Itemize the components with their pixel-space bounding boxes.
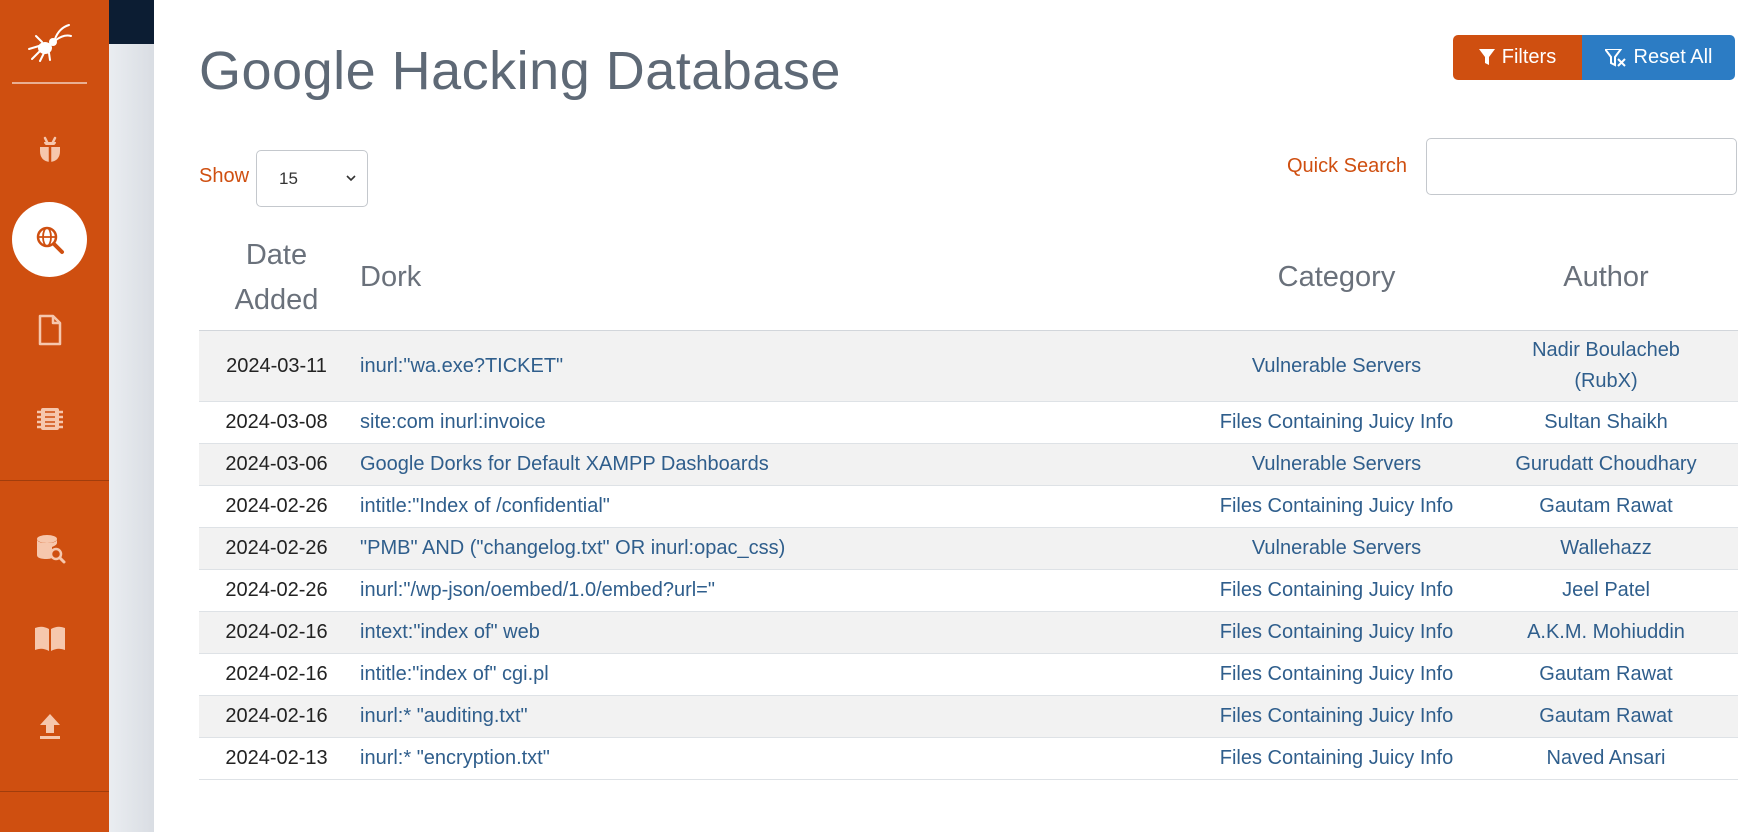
chevron-down-icon bbox=[346, 175, 356, 182]
row-date: 2024-02-16 bbox=[199, 653, 354, 696]
row-author-link[interactable]: Wallehazz bbox=[1474, 527, 1738, 570]
row-dork-link[interactable]: intitle:"Index of /confidential" bbox=[354, 485, 1199, 528]
row-date: 2024-02-26 bbox=[199, 569, 354, 612]
sidebar-item-shellcodes[interactable] bbox=[12, 381, 87, 456]
row-date: 2024-03-11 bbox=[199, 330, 354, 402]
sidebar-divider bbox=[0, 791, 109, 792]
page-title: Google Hacking Database bbox=[199, 41, 841, 101]
table-row: 2024-02-26 intitle:"Index of /confidenti… bbox=[199, 485, 1738, 528]
row-date: 2024-03-08 bbox=[199, 401, 354, 444]
table-row: 2024-02-16 intitle:"index of" cgi.pl Fil… bbox=[199, 653, 1738, 696]
entries-per-page-select[interactable]: 15 bbox=[256, 150, 368, 207]
row-author-link[interactable]: Gautam Rawat bbox=[1474, 695, 1738, 738]
row-author-link[interactable]: Naved Ansari bbox=[1474, 737, 1738, 780]
row-author-link[interactable]: Nadir Boulacheb (RubX) bbox=[1474, 330, 1738, 402]
column-header-category[interactable]: Category bbox=[1199, 225, 1474, 331]
row-author-link[interactable]: Sultan Shaikh bbox=[1474, 401, 1738, 444]
sidebar-item-papers[interactable] bbox=[12, 292, 87, 367]
row-category-link[interactable]: Files Containing Juicy Info bbox=[1199, 569, 1474, 612]
row-dork-link[interactable]: inurl:"/wp-json/oembed/1.0/embed?url=" bbox=[354, 569, 1199, 612]
filter-clear-icon bbox=[1604, 48, 1626, 67]
table-row: 2024-03-11 inurl:"wa.exe?TICKET" Vulnera… bbox=[199, 330, 1738, 402]
row-category-link[interactable]: Files Containing Juicy Info bbox=[1199, 611, 1474, 654]
chip-icon bbox=[36, 407, 63, 430]
spider-logo-icon bbox=[28, 24, 72, 62]
row-author-link[interactable]: Jeel Patel bbox=[1474, 569, 1738, 612]
row-category-link[interactable]: Files Containing Juicy Info bbox=[1199, 653, 1474, 696]
globe-search-icon bbox=[36, 226, 64, 254]
row-category-link[interactable]: Files Containing Juicy Info bbox=[1199, 401, 1474, 444]
reset-all-button[interactable]: Reset All bbox=[1582, 35, 1735, 80]
filter-icon bbox=[1478, 49, 1495, 65]
table-row: 2024-02-16 inurl:* "auditing.txt" Files … bbox=[199, 695, 1738, 738]
row-date: 2024-02-26 bbox=[199, 527, 354, 570]
row-date: 2024-02-13 bbox=[199, 737, 354, 780]
sidebar-divider bbox=[0, 480, 109, 481]
filters-label: Filters bbox=[1501, 46, 1557, 68]
row-author-link[interactable]: Gautam Rawat bbox=[1474, 653, 1738, 696]
column-header-dork[interactable]: Dork bbox=[354, 225, 1199, 331]
database-search-icon bbox=[36, 534, 65, 563]
table-row: 2024-02-26 inurl:"/wp-json/oembed/1.0/em… bbox=[199, 569, 1738, 612]
row-category-link[interactable]: Files Containing Juicy Info bbox=[1199, 737, 1474, 780]
row-category-link[interactable]: Vulnerable Servers bbox=[1199, 527, 1474, 570]
exploit-db-logo[interactable] bbox=[0, 14, 98, 70]
row-author-link[interactable]: A.K.M. Mohiuddin bbox=[1474, 611, 1738, 654]
row-author-link[interactable]: Gurudatt Choudhary bbox=[1474, 443, 1738, 486]
sidebar-divider bbox=[12, 82, 87, 84]
quick-search-input[interactable] bbox=[1426, 138, 1737, 195]
row-category-link[interactable]: Vulnerable Servers bbox=[1199, 330, 1474, 402]
ghdb-table: Date Added Dork Category Author 2024-03-… bbox=[199, 225, 1738, 780]
row-dork-link[interactable]: "PMB" AND ("changelog.txt" OR inurl:opac… bbox=[354, 527, 1199, 570]
sidebar-item-exploits[interactable] bbox=[12, 110, 87, 185]
row-dork-link[interactable]: inurl:* "auditing.txt" bbox=[354, 695, 1199, 738]
reset-all-label: Reset All bbox=[1633, 46, 1713, 68]
content-gutter bbox=[109, 44, 154, 832]
row-dork-link[interactable]: inurl:* "encryption.txt" bbox=[354, 737, 1199, 780]
row-dork-link[interactable]: site:com inurl:invoice bbox=[354, 401, 1199, 444]
sidebar bbox=[0, 0, 109, 832]
row-dork-link[interactable]: intitle:"index of" cgi.pl bbox=[354, 653, 1199, 696]
row-dork-link[interactable]: intext:"index of" web bbox=[354, 611, 1199, 654]
document-icon bbox=[38, 314, 61, 345]
filters-button[interactable]: Filters bbox=[1453, 35, 1582, 80]
sidebar-item-search-edb[interactable] bbox=[12, 511, 87, 586]
row-date: 2024-02-26 bbox=[199, 485, 354, 528]
table-row: 2024-02-16 intext:"index of" web Files C… bbox=[199, 611, 1738, 654]
row-author-link[interactable]: Gautam Rawat bbox=[1474, 485, 1738, 528]
row-category-link[interactable]: Files Containing Juicy Info bbox=[1199, 695, 1474, 738]
table-header-row: Date Added Dork Category Author bbox=[199, 225, 1738, 331]
sidebar-item-submit[interactable] bbox=[12, 688, 87, 763]
entries-per-page-value: 15 bbox=[279, 168, 298, 188]
table-row: 2024-02-13 inurl:* "encryption.txt" File… bbox=[199, 737, 1738, 780]
book-icon bbox=[34, 626, 65, 651]
row-category-link[interactable]: Vulnerable Servers bbox=[1199, 443, 1474, 486]
bug-icon bbox=[39, 136, 60, 162]
date-added-label: Date Added bbox=[234, 238, 319, 316]
column-header-author[interactable]: Author bbox=[1474, 225, 1738, 331]
column-header-date-added[interactable]: Date Added bbox=[199, 225, 354, 331]
top-bar-edge bbox=[109, 0, 154, 44]
table-row: 2024-03-08 site:com inurl:invoice Files … bbox=[199, 401, 1738, 444]
row-dork-link[interactable]: inurl:"wa.exe?TICKET" bbox=[354, 330, 1199, 402]
row-date: 2024-02-16 bbox=[199, 695, 354, 738]
quick-search-label: Quick Search bbox=[1287, 155, 1408, 177]
upload-icon bbox=[39, 713, 60, 739]
row-author-name: Nadir Boulacheb (RubX) bbox=[1532, 339, 1680, 392]
table-row: 2024-03-06 Google Dorks for Default XAMP… bbox=[199, 443, 1738, 486]
row-date: 2024-03-06 bbox=[199, 443, 354, 486]
show-label: Show bbox=[199, 165, 250, 187]
row-dork-link[interactable]: Google Dorks for Default XAMPP Dashboard… bbox=[354, 443, 1199, 486]
sidebar-item-submissions-guide[interactable] bbox=[12, 600, 87, 675]
row-category-link[interactable]: Files Containing Juicy Info bbox=[1199, 485, 1474, 528]
row-date: 2024-02-16 bbox=[199, 611, 354, 654]
table-row: 2024-02-26 "PMB" AND ("changelog.txt" OR… bbox=[199, 527, 1738, 570]
sidebar-item-ghdb[interactable] bbox=[12, 202, 87, 277]
main-content: Google Hacking Database Filters Reset Al… bbox=[154, 0, 1759, 832]
